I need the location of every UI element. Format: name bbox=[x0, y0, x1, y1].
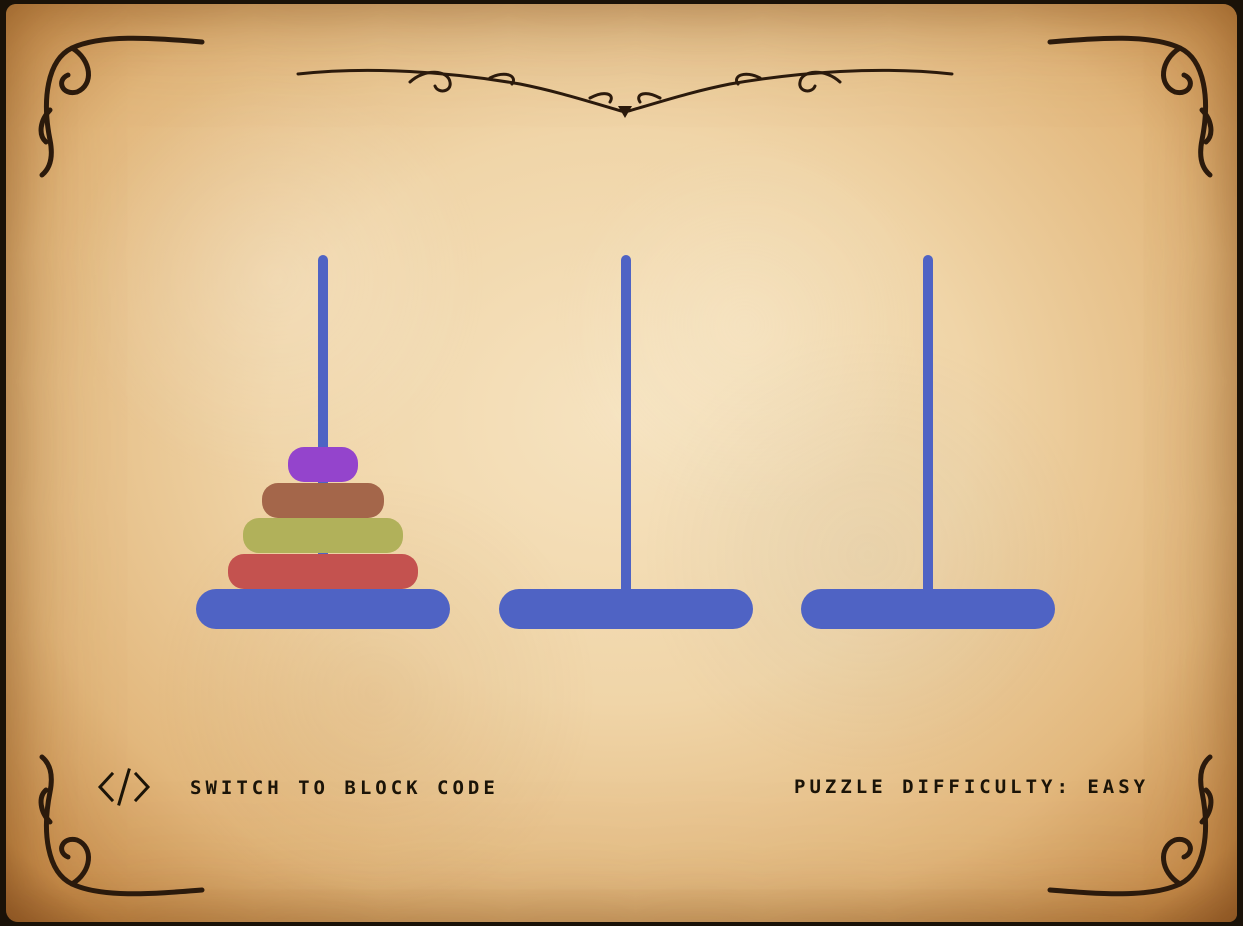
code-icon bbox=[97, 768, 151, 806]
peg-right[interactable] bbox=[923, 255, 933, 594]
disk-size-2[interactable] bbox=[262, 482, 384, 518]
disk-size-3[interactable] bbox=[243, 518, 403, 553]
corner-ornament-bottom-right bbox=[1047, 754, 1214, 897]
peg-base-right[interactable] bbox=[801, 589, 1055, 629]
switch-to-block-code-label: Switch to block code bbox=[190, 777, 499, 799]
peg-middle[interactable] bbox=[621, 255, 631, 594]
corner-ornament-top-left bbox=[38, 35, 205, 178]
corner-ornament-top-right bbox=[1047, 35, 1214, 178]
disk-size-4[interactable] bbox=[228, 553, 418, 589]
top-flourish-ornament bbox=[296, 68, 954, 118]
switch-to-block-code-button[interactable]: Switch to block code bbox=[96, 768, 499, 808]
game-screen: Switch to block code Puzzle difficulty: … bbox=[0, 0, 1243, 926]
puzzle-difficulty-label: Puzzle difficulty: easy bbox=[794, 776, 1150, 798]
peg-base-left[interactable] bbox=[196, 589, 450, 629]
peg-base-middle[interactable] bbox=[499, 589, 753, 629]
disk-size-1[interactable] bbox=[288, 447, 358, 482]
